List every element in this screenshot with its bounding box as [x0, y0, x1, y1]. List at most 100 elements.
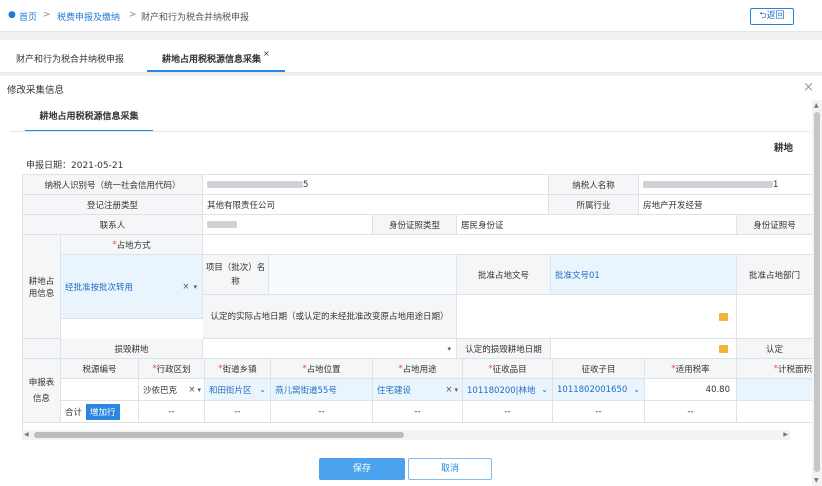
damage-select[interactable]: ▾	[203, 339, 457, 359]
row-location-input[interactable]: 燕儿窝街道55号	[271, 379, 373, 401]
scroll-up-icon[interactable]: ▲	[814, 102, 819, 109]
scroll-down-icon[interactable]: ▼	[814, 477, 819, 484]
total-dash: --	[271, 401, 373, 423]
active-tab-indicator	[147, 70, 285, 72]
top-bar: ● 首页 > 税费申报及缴纳 > 财产和行为税合并纳税申报 ⮌返回	[0, 0, 822, 32]
divider	[10, 131, 810, 132]
taxpayer-name-label: 纳税人名称	[549, 175, 639, 195]
damage-date-input[interactable]	[551, 339, 737, 359]
row-street-select[interactable]: 和田街片区 ⌄	[205, 379, 271, 401]
clear-icon[interactable]: ×	[445, 385, 452, 395]
col-header-street-text: 街道乡镇	[222, 364, 257, 375]
col-header-location: * 占地位置	[271, 359, 373, 379]
col-header-street: * 街道乡镇	[205, 359, 271, 379]
total-dash: --	[553, 401, 645, 423]
breadcrumb-separator: >	[43, 10, 51, 20]
redacted-block	[207, 221, 237, 228]
modal-close-icon[interactable]: ×	[803, 80, 814, 95]
total-area	[737, 401, 813, 423]
chevron-down-icon[interactable]: ⌄	[633, 385, 640, 394]
cancel-button[interactable]: 取消	[408, 458, 492, 480]
id-no-label: 身份证照号	[737, 215, 813, 235]
approval-dept-label: 批准占地部门	[737, 255, 813, 295]
taxpayer-id-label: 纳税人识别号（统一社会信用代码）	[23, 175, 203, 195]
chevron-down-icon[interactable]: ⌄	[541, 385, 548, 394]
occupy-method-value: 经批准按批次转用	[65, 282, 134, 293]
chevron-down-icon[interactable]: ▾	[197, 386, 201, 394]
approval-no-label: 批准占地文号	[457, 255, 551, 295]
taxpayer-name-value: 1	[639, 175, 813, 195]
chevron-down-icon[interactable]: ▾	[193, 283, 197, 291]
tab-land-tax-collection[interactable]: 耕地占用税税源信息采集	[162, 52, 261, 65]
section-land-label: 耕地占用信息	[23, 235, 61, 339]
tab-close-icon[interactable]: ×	[263, 49, 270, 58]
row-use-select[interactable]: 住宅建设 × ▾	[373, 379, 463, 401]
modal-body: 耕地占用税税源信息采集 耕地 申报日期：2021-05-21 纳税人识别号（统一…	[0, 100, 813, 486]
vertical-scrollbar[interactable]: ▲ ▼	[812, 100, 822, 486]
damage-right-label: 认定	[737, 339, 813, 359]
inner-tab-land-tax[interactable]: 耕地占用税税源信息采集	[25, 108, 153, 132]
contact-value	[203, 215, 373, 235]
approval-no-input[interactable]: 批准文号01	[551, 255, 737, 295]
col-header-source-no: 税源编号	[61, 359, 139, 379]
breadcrumb-tax-filing[interactable]: 税费申报及缴纳	[57, 10, 120, 23]
taxpayer-id-value: 5	[203, 175, 549, 195]
chevron-down-icon[interactable]: ⌄	[259, 385, 266, 394]
scroll-left-icon[interactable]: ◀	[24, 431, 29, 438]
actual-date-input[interactable]	[457, 295, 737, 339]
calendar-icon[interactable]	[719, 312, 728, 321]
col-header-item-text: 征收品目	[492, 364, 527, 375]
save-button[interactable]: 保存	[319, 458, 405, 480]
row-item-value: 101180200|林地	[467, 385, 536, 396]
row-street-value: 和田街片区	[209, 385, 252, 396]
tab-combined-filing[interactable]: 财产和行为税合并纳税申报	[16, 52, 124, 65]
taxpayer-name-tail: 1	[773, 179, 779, 190]
project-name-input[interactable]	[269, 255, 457, 295]
row-district-select[interactable]: 沙依巴克 × ▾	[139, 379, 205, 401]
calendar-icon[interactable]	[719, 344, 728, 353]
tab-bar: 财产和行为税合并纳税申报 耕地占用税税源信息采集 ×	[0, 40, 822, 73]
add-row-button[interactable]: 增加行	[86, 403, 120, 420]
horizontal-scrollbar[interactable]: ◀ ▶	[22, 430, 790, 440]
col-header-area: * 计税面积	[737, 359, 813, 379]
occupy-method-select[interactable]: 经批准按批次转用 × ▾	[61, 255, 203, 319]
total-dash: --	[463, 401, 553, 423]
total-dash: --	[139, 401, 205, 423]
horizontal-scroll-thumb[interactable]	[34, 432, 404, 438]
back-button[interactable]: ⮌返回	[750, 8, 794, 25]
form-title-clipped: 耕地	[774, 143, 794, 154]
redacted-block	[643, 181, 773, 188]
row-item-select[interactable]: 101180200|林地 ⌄	[463, 379, 553, 401]
row-district-value: 沙依巴克	[143, 385, 178, 396]
contact-label: 联系人	[23, 215, 203, 235]
chevron-down-icon[interactable]: ▾	[454, 386, 458, 394]
total-label: 合计	[65, 407, 83, 418]
breadcrumb-home[interactable]: 首页	[19, 10, 37, 23]
row-source-no	[61, 379, 139, 401]
vertical-scroll-thumb[interactable]	[814, 112, 820, 472]
redacted-block	[207, 181, 303, 188]
total-dash: --	[205, 401, 271, 423]
row-subitem-value: 1011802001650	[557, 384, 628, 395]
section-table-label: 申报表信息	[23, 359, 61, 423]
industry-value: 房地产开发经营	[639, 195, 813, 215]
modal-header: 修改采集信息 ×	[0, 76, 822, 101]
damage-date-label: 认定的损毁耕地日期	[457, 339, 551, 359]
actual-date-label: 认定的实际占地日期（或认定的未经批准改变原占地用途日期）	[203, 295, 457, 339]
col-header-district-text: 行政区划	[156, 364, 191, 375]
scroll-right-icon[interactable]: ▶	[783, 431, 788, 438]
col-header-location-text: 占地位置	[306, 364, 341, 375]
col-header-subitem: 征收子目	[553, 359, 645, 379]
row-rate-value[interactable]: 40.80	[645, 379, 737, 401]
back-button-label: 返回	[766, 11, 785, 21]
col-header-item: * 征收品目	[463, 359, 553, 379]
clear-icon[interactable]: ×	[182, 282, 189, 292]
row-area-input[interactable]	[737, 379, 813, 401]
col-header-use-text: 占地用途	[402, 364, 437, 375]
modal-title: 修改采集信息	[7, 85, 65, 96]
chevron-down-icon[interactable]: ▾	[447, 345, 451, 353]
row-subitem-select[interactable]: 1011802001650 ⌄	[553, 379, 645, 401]
breadcrumb-separator: >	[129, 10, 137, 20]
clear-icon[interactable]: ×	[188, 385, 195, 395]
industry-label: 所属行业	[549, 195, 639, 215]
